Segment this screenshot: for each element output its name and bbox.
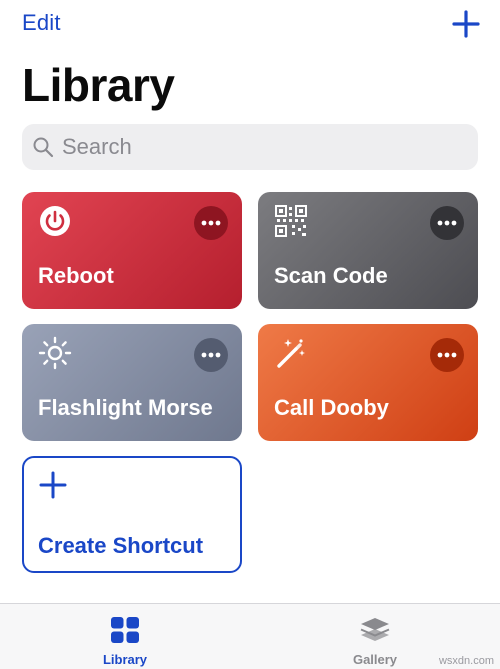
shortcut-label: Reboot [38,263,114,288]
plus-icon [39,471,67,499]
tab-gallery[interactable]: Gallery [315,614,435,667]
sun-icon [38,336,72,370]
shortcut-card-call-dooby[interactable]: Call Dooby [258,324,478,441]
shortcut-label: Scan Code [274,263,388,288]
plus-icon [452,10,480,38]
shortcut-card-reboot[interactable]: Reboot [22,192,242,309]
grid-icon [111,617,139,643]
search-bar[interactable] [22,124,478,170]
shortcut-label: Flashlight Morse [38,395,213,420]
add-shortcut-button[interactable] [450,8,482,40]
tab-label: Gallery [352,652,398,667]
more-options-button[interactable] [430,206,464,240]
watermark: wsxdn.com [438,655,494,667]
tab-library[interactable]: Library [65,614,185,667]
qr-code-icon [275,205,307,237]
create-shortcut-button[interactable]: Create Shortcut [22,456,242,573]
shortcut-card-flashlight-morse[interactable]: Flashlight Morse [22,324,242,441]
more-options-button[interactable] [194,206,228,240]
search-input[interactable] [62,134,442,160]
more-icon [437,220,457,226]
more-icon [201,220,221,226]
shortcut-card-scan-code[interactable]: Scan Code [258,192,478,309]
shortcuts-screen: Edit Library Reboot [0,0,500,669]
more-icon [201,352,221,358]
edit-button[interactable]: Edit [22,10,61,36]
layers-icon [360,618,390,641]
more-icon [437,352,457,358]
shortcut-label: Call Dooby [274,395,389,420]
more-options-button[interactable] [194,338,228,372]
tab-label: Library [102,652,148,667]
create-shortcut-label: Create Shortcut [38,533,204,558]
more-options-button[interactable] [430,338,464,372]
page-title: Library [22,59,175,111]
power-icon [40,206,70,236]
search-icon [33,137,54,158]
tab-bar: Library Gallery [0,603,500,669]
magic-wand-icon [277,339,305,368]
